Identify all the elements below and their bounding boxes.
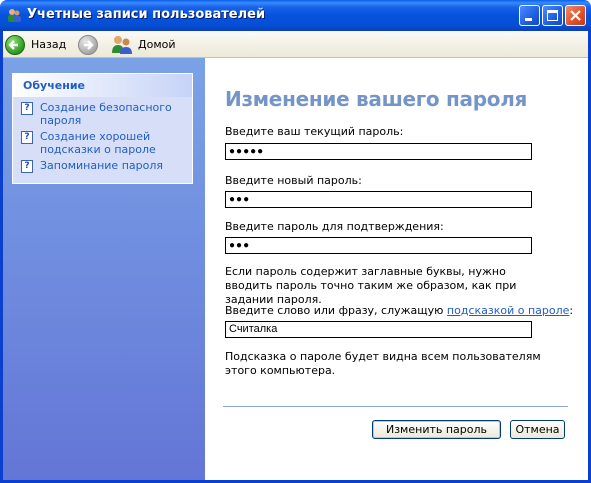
user-accounts-icon (8, 9, 21, 22)
home-users-icon (112, 35, 132, 54)
hint-visibility-note: Подсказка о пароле будет видна всем поль… (225, 350, 541, 377)
home-button[interactable]: Домой (111, 34, 176, 55)
hint-label: Введите слово или фразу, служащую подска… (225, 304, 573, 317)
title-bar[interactable]: Учетные записи пользователей (0, 0, 591, 31)
help-icon: ? (21, 160, 33, 173)
close-icon (570, 10, 581, 21)
password-hint-field[interactable]: Считалка (225, 321, 532, 338)
new-password-field[interactable]: ●●● (225, 191, 532, 208)
maximize-button[interactable] (542, 5, 563, 26)
divider (223, 406, 568, 407)
window-title: Учетные записи пользователей (27, 7, 266, 22)
learn-heading: Обучение (13, 74, 192, 97)
forward-button[interactable] (78, 34, 98, 55)
help-icon: ? (21, 102, 33, 115)
minimize-button[interactable] (519, 5, 540, 26)
current-password-field[interactable]: ●●●●● (225, 143, 532, 160)
back-arrow-icon (5, 34, 25, 55)
back-label: Назад (31, 38, 67, 51)
new-password-label: Введите новый пароль: (225, 174, 362, 187)
maximize-icon (547, 10, 558, 21)
learn-item-good-hint[interactable]: ? Создание хорошей подсказки о пароле (21, 130, 186, 156)
hint-label-colon: : (569, 304, 574, 317)
confirm-password-label: Введите пароль для подтверждения: (225, 220, 444, 233)
learn-about-panel: Обучение ? Создание безопасного пароля ?… (12, 73, 193, 184)
case-sensitivity-note: Если пароль содержит заглавные буквы, ну… (225, 265, 517, 306)
learn-link[interactable]: Создание безопасного пароля (40, 101, 186, 127)
window-border-left (0, 31, 3, 483)
back-button[interactable]: Назад (5, 34, 66, 55)
cancel-button[interactable]: Отмена (510, 420, 565, 439)
learn-item-secure-password[interactable]: ? Создание безопасного пароля (21, 101, 186, 127)
task-pane: Обучение ? Создание безопасного пароля ?… (0, 58, 205, 483)
confirm-password-field[interactable]: ●●● (225, 237, 532, 254)
learn-link[interactable]: Запоминание пароля (40, 159, 163, 172)
main-content: Изменение вашего пароля Введите ваш теку… (205, 58, 591, 483)
minimize-icon (525, 18, 532, 21)
learn-item-remember-password[interactable]: ? Запоминание пароля (21, 159, 186, 173)
learn-link[interactable]: Создание хорошей подсказки о пароле (40, 130, 186, 156)
help-icon: ? (21, 131, 33, 144)
change-password-button[interactable]: Изменить пароль (372, 420, 501, 439)
home-label: Домой (138, 38, 176, 51)
password-hint-link[interactable]: подсказкой о пароле (447, 304, 570, 317)
page-title: Изменение вашего пароля (225, 87, 528, 111)
close-button[interactable] (565, 5, 586, 26)
current-password-label: Введите ваш текущий пароль: (225, 125, 404, 138)
hint-label-text: Введите слово или фразу, служащую (225, 304, 447, 317)
forward-arrow-icon (78, 34, 98, 55)
navigation-toolbar: Назад Домой (0, 31, 591, 58)
